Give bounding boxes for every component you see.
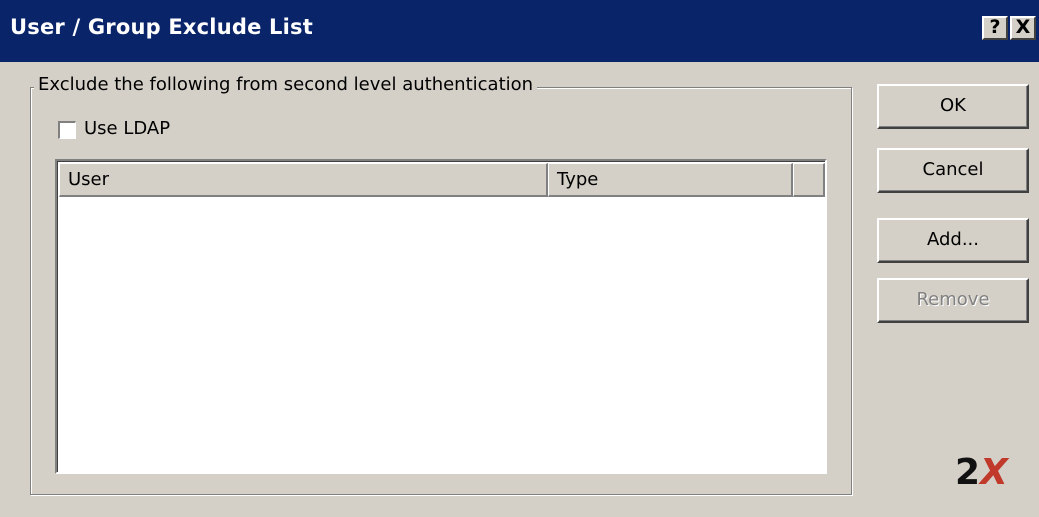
remove-button: Remove (877, 278, 1029, 323)
close-button[interactable]: X (1010, 16, 1036, 40)
brand-logo: 2X (955, 452, 1008, 493)
help-button[interactable]: ? (982, 16, 1008, 40)
column-header-user[interactable]: User (59, 163, 548, 197)
logo-x: X (980, 452, 1008, 493)
list-body[interactable] (59, 197, 825, 470)
close-icon: X (1015, 16, 1031, 38)
exclude-list-view[interactable]: User Type (55, 159, 827, 474)
title-bar[interactable]: User / Group Exclude List ? X (0, 0, 1039, 62)
list-header: User Type (59, 163, 825, 197)
cancel-button[interactable]: Cancel (877, 148, 1029, 193)
use-ldap-checkbox[interactable] (58, 121, 76, 139)
dialog-window: User / Group Exclude List ? X Exclude th… (0, 0, 1039, 517)
use-ldap-label[interactable]: Use LDAP (84, 118, 170, 139)
column-header-type[interactable]: Type (548, 163, 793, 197)
groupbox-legend: Exclude the following from second level … (34, 74, 538, 95)
help-icon: ? (989, 16, 1001, 38)
ok-button[interactable]: OK (877, 84, 1029, 129)
window-title: User / Group Exclude List (10, 15, 313, 39)
add-button[interactable]: Add... (877, 218, 1029, 263)
column-header-filler (793, 163, 825, 197)
logo-two: 2 (955, 452, 981, 493)
